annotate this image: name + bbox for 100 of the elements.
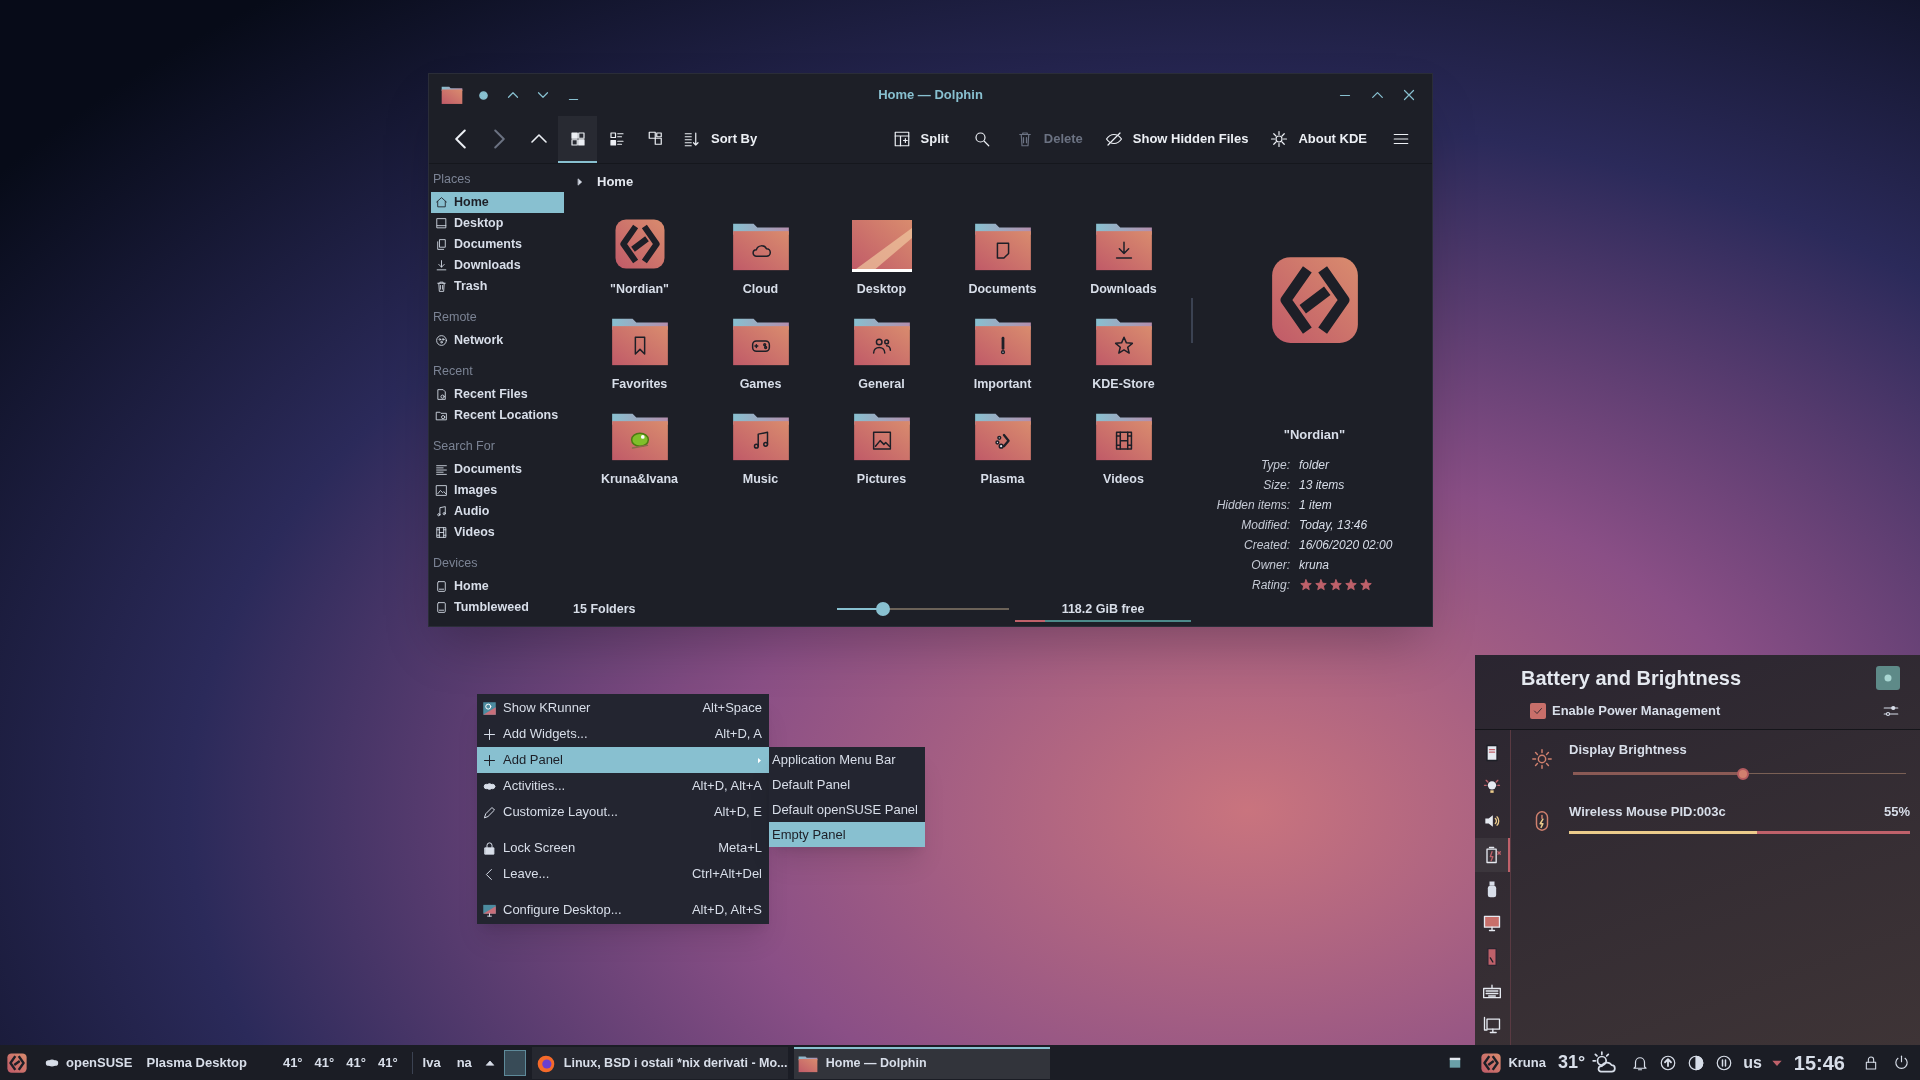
toolbar-button[interactable]: Split [884, 116, 957, 163]
folder-name[interactable]: "Nordian" [609, 280, 670, 299]
power-button[interactable] [1893, 1054, 1910, 1071]
task-button[interactable]: Linux, BSD i ostali *nix derivati - Mo... [531, 1046, 788, 1079]
folder-name[interactable]: Videos [1103, 470, 1144, 489]
detail-value: kruna [1299, 556, 1331, 574]
search-icon [973, 129, 992, 148]
dash-icon [567, 97, 579, 101]
house-icon [435, 196, 448, 209]
widget-text: Iva [422, 1053, 441, 1072]
sidebar-item[interactable]: Home [431, 192, 564, 213]
menu-item[interactable]: Customize Layout... Alt+D, E [477, 799, 769, 825]
brightness-slider[interactable] [1573, 767, 1906, 780]
caret-up-icon [507, 91, 519, 99]
menu-item[interactable]: Add Widgets... Alt+D, A [477, 721, 769, 747]
plus-icon [482, 726, 497, 742]
star-icon [1329, 577, 1343, 592]
dot-icon [478, 90, 488, 100]
pager-desktop[interactable] [503, 1049, 526, 1076]
menu-item[interactable]: Default Panel [769, 772, 925, 797]
sidebar-item[interactable]: Network [431, 330, 564, 351]
pin-button[interactable] [1876, 666, 1900, 690]
sidebar-item[interactable]: Videos [431, 522, 564, 543]
folder-name[interactable]: Favorites [611, 375, 668, 394]
menu-item[interactable]: Default openSUSE Panel [769, 797, 925, 822]
menu-item[interactable]: Application Menu Bar [769, 747, 925, 772]
menu-item[interactable]: Add Panel [477, 747, 769, 773]
folder-name[interactable]: General [858, 375, 905, 394]
user-button[interactable]: Kruna [1480, 1051, 1546, 1074]
media-button[interactable] [1715, 1053, 1734, 1072]
window-icon [1448, 1055, 1463, 1070]
menu-item[interactable]: Activities... Alt+D, Alt+A [477, 773, 769, 799]
checkbox[interactable] [1530, 702, 1546, 719]
toolbar-button[interactable]: Sort By [675, 116, 766, 163]
sidebar-item[interactable]: Recent Files [431, 384, 564, 405]
menu-item[interactable]: Show KRunner Alt+Space [477, 695, 769, 721]
detail-value: folder [1299, 456, 1331, 474]
folder-name[interactable]: Music [742, 470, 779, 489]
window-title: Home — Dolphin [878, 86, 983, 105]
logo-icon [1480, 1051, 1503, 1074]
film-icon [435, 526, 448, 539]
sidebar-item[interactable]: Tumbleweed [431, 597, 564, 618]
detail-label: Hidden items: [1215, 496, 1290, 514]
pause-icon [1715, 1053, 1734, 1072]
checkbox-label: Enable Power Management [1552, 702, 1721, 720]
folder-name[interactable]: Important [973, 375, 1032, 394]
window-switcher-button[interactable] [1448, 1055, 1463, 1070]
sidebar-item[interactable]: Recent Locations [431, 405, 564, 426]
text-lines-icon [435, 463, 448, 476]
zoom-slider[interactable] [837, 602, 1009, 616]
grid-button[interactable] [558, 116, 597, 163]
section-heading: Remote [432, 309, 478, 327]
sidebar-item[interactable]: Images [431, 480, 564, 501]
detail-value: 1 item [1299, 496, 1333, 514]
menu-item[interactable]: Lock Screen Meta+L [477, 835, 769, 861]
sidebar-item[interactable]: Home [431, 576, 564, 597]
category-tab[interactable] [1475, 838, 1510, 872]
star-icon [1359, 577, 1373, 592]
sidebar-item[interactable]: Audio [431, 501, 564, 522]
clock[interactable]: 15:46 [1793, 1047, 1845, 1078]
detail-value: Today, 13:46 [1299, 516, 1369, 534]
folder-name[interactable]: KDE-Store [1092, 375, 1155, 394]
temperature-reading: 41° [346, 1053, 366, 1072]
updates-button[interactable] [1659, 1053, 1678, 1072]
sidebar-item[interactable]: Documents [431, 234, 564, 255]
close-icon [1403, 89, 1415, 101]
sidebar-item[interactable]: Desktop [431, 213, 564, 234]
detail-value: 16/06/2020 02:00 [1299, 536, 1394, 554]
task-button[interactable]: Home — Dolphin [793, 1046, 1050, 1079]
folder-name[interactable]: Documents [968, 280, 1037, 299]
menu-item[interactable]: Configure Desktop... Alt+D, Alt+S [477, 897, 769, 923]
folder-name[interactable]: Pictures [856, 470, 907, 489]
lock-screen-button[interactable] [1863, 1054, 1879, 1071]
sidebar-item[interactable]: Downloads [431, 255, 564, 276]
folder-name[interactable]: Cloud [742, 280, 779, 299]
menu-item[interactable]: Leave... Ctrl+Alt+Del [477, 861, 769, 887]
folder-name[interactable]: Games [739, 375, 782, 394]
toolbar-button[interactable]: Show Hidden Files [1096, 116, 1257, 163]
section-heading: Places [432, 171, 472, 189]
activity-switcher[interactable]: openSUSE [44, 1052, 133, 1073]
weather-icon [1591, 1049, 1618, 1076]
contrast-icon [1687, 1053, 1706, 1072]
folder-name[interactable]: Plasma [980, 470, 1025, 489]
breadcrumb-link[interactable]: Home [597, 172, 634, 192]
folder-name[interactable]: Kruna&Ivana [600, 470, 679, 489]
folder-name[interactable]: Desktop [856, 280, 907, 299]
toolbar-button[interactable]: About KDE [1262, 116, 1375, 163]
menu-item[interactable]: Empty Panel [769, 822, 925, 847]
folder-name[interactable]: Downloads [1090, 280, 1157, 299]
slider-thumb[interactable] [876, 602, 891, 616]
weather-widget[interactable]: 31° [1557, 1049, 1618, 1076]
keyboard-layout-button[interactable]: us [1743, 1050, 1762, 1075]
maximize-icon [1370, 91, 1384, 99]
sidebar-item[interactable]: Trash [431, 276, 564, 297]
night-color-button[interactable] [1687, 1053, 1706, 1072]
detail-label: Modified: [1240, 516, 1290, 534]
sidebar-item[interactable]: Documents [431, 459, 564, 480]
wallpaper-thumbnail [851, 220, 912, 272]
slider-thumb[interactable] [1736, 767, 1749, 780]
detail-label: Rating: [1250, 576, 1290, 594]
